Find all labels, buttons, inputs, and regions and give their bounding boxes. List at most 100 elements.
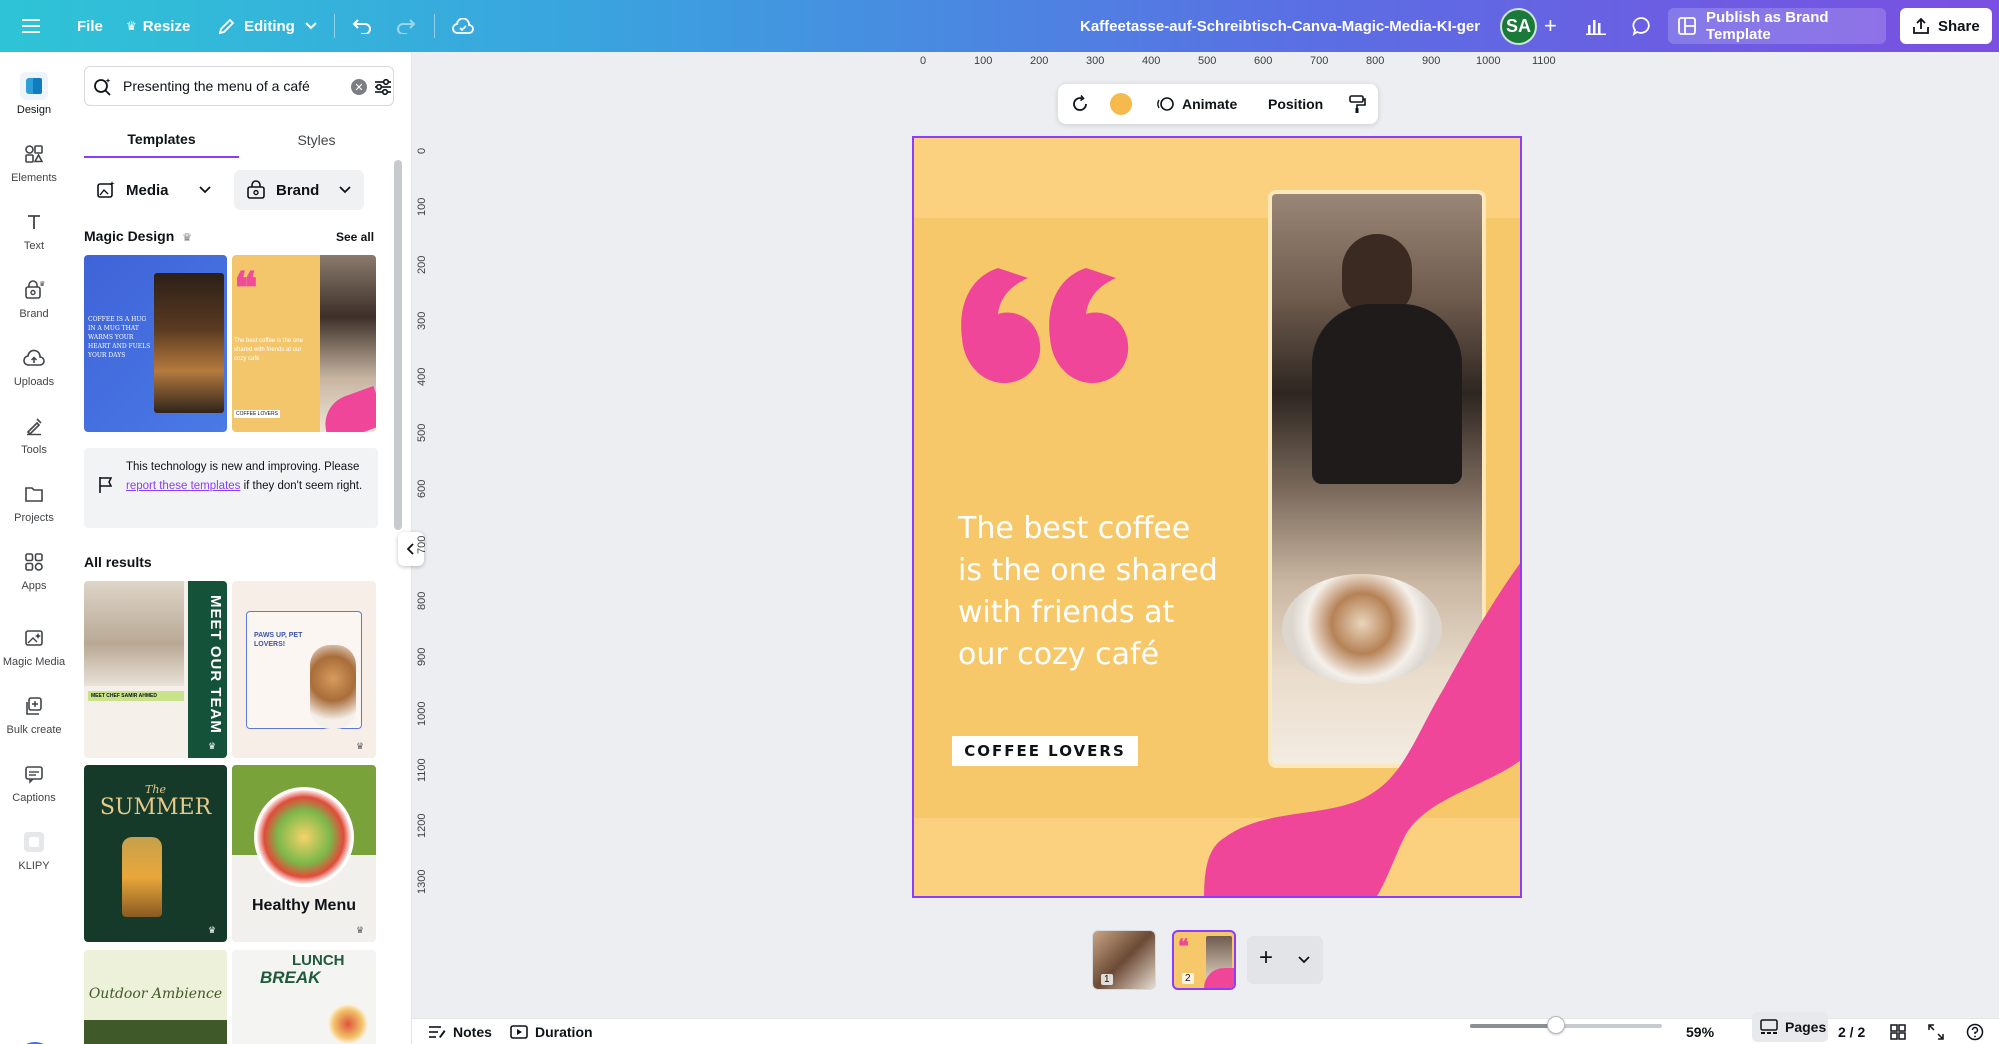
result-thumb-pets[interactable]: PAWS UP, PET LOVERS! ♛ xyxy=(232,581,376,758)
plus-icon: + xyxy=(1544,13,1557,38)
report-templates-link[interactable]: report these templates xyxy=(126,480,240,492)
replace-button[interactable] xyxy=(1070,84,1090,124)
paint-roller-icon xyxy=(1349,95,1366,113)
chevron-down-icon[interactable] xyxy=(1297,954,1311,966)
notice-pre-link: Please xyxy=(324,461,360,473)
coffee-lovers-tag[interactable]: COFFEE LOVERS xyxy=(952,736,1138,766)
add-page-button[interactable]: + xyxy=(1259,946,1273,970)
add-collaborator-button[interactable]: + xyxy=(1544,0,1557,52)
quote-mark-icon[interactable] xyxy=(958,258,1138,398)
rail-item-design[interactable]: Design xyxy=(0,62,68,124)
quote-text[interactable]: The best coffee is the one shared with f… xyxy=(958,508,1218,676)
position-button[interactable]: Position xyxy=(1268,84,1323,124)
dog-photo xyxy=(310,645,356,729)
share-button[interactable]: Share xyxy=(1900,8,1992,44)
avatar[interactable]: SA xyxy=(1500,8,1537,45)
template-icon xyxy=(1678,17,1696,35)
media-icon xyxy=(96,180,116,200)
media-filter-button[interactable]: Media xyxy=(84,170,224,210)
ruler-tick: 800 xyxy=(416,591,428,610)
rail-item-brand[interactable]: ♛ Brand xyxy=(0,266,68,328)
page-count: 2 / 2 xyxy=(1838,1024,1866,1040)
rail-item-magic-media[interactable]: Magic Media xyxy=(0,614,68,676)
document-title[interactable]: Kaffeetasse-auf-Schreibtisch-Canva-Magic… xyxy=(1080,0,1480,52)
magic-design-thumb-2[interactable]: ❝ The best coffee is the one shared with… xyxy=(232,255,376,432)
rail-item-elements[interactable]: Elements xyxy=(0,130,68,192)
publish-brand-template-button[interactable]: Publish as Brand Template xyxy=(1668,8,1886,44)
rail-label: Captions xyxy=(12,792,56,804)
clear-search-icon[interactable]: ✕ xyxy=(351,79,367,95)
filter-sliders-icon[interactable] xyxy=(373,77,393,97)
result-thumb-summer[interactable]: The SUMMER ♛ xyxy=(84,765,227,942)
rail-item-tools[interactable]: Tools xyxy=(0,402,68,464)
rail-item-uploads[interactable]: Uploads xyxy=(0,334,68,396)
menu-button[interactable] xyxy=(22,0,40,52)
animate-icon xyxy=(1157,97,1174,111)
crown-icon: ♛ xyxy=(208,741,217,751)
pets-title: PAWS UP, PET LOVERS! xyxy=(254,632,303,648)
resize-label: Resize xyxy=(142,17,191,35)
pink-wave-shape[interactable] xyxy=(1204,558,1522,898)
rail-item-projects[interactable]: Projects xyxy=(0,470,68,532)
chef-photo xyxy=(84,581,184,686)
see-all-link[interactable]: See all xyxy=(336,230,374,244)
comments-button[interactable] xyxy=(1632,0,1652,52)
grid-view-button[interactable] xyxy=(1890,1019,1913,1044)
redo-button[interactable] xyxy=(396,0,416,52)
rail-item-klipy[interactable]: KLIPY xyxy=(0,818,68,880)
folder-icon xyxy=(25,487,43,502)
rail-item-bulk-create[interactable]: Bulk create xyxy=(0,682,68,744)
fullscreen-button[interactable] xyxy=(1928,1019,1951,1044)
pages-label: Pages xyxy=(1785,1019,1827,1035)
redo-icon xyxy=(397,19,416,34)
text-icon xyxy=(28,215,40,229)
zoom-percentage[interactable]: 59% xyxy=(1686,1019,1714,1044)
color-picker-button[interactable] xyxy=(1110,84,1132,124)
panel-scrollbar[interactable] xyxy=(394,160,402,530)
ruler-tick: 1000 xyxy=(416,701,428,726)
search-box[interactable]: Presenting the menu of a café ✕ xyxy=(84,66,394,106)
result-thumb-healthy[interactable]: Healthy Menu ♛ xyxy=(232,765,376,942)
search-input[interactable]: Presenting the menu of a café xyxy=(123,78,310,94)
thumb-quote-text: The best coffee is the one shared with f… xyxy=(234,338,303,362)
help-button[interactable] xyxy=(1966,1019,1991,1044)
duration-icon xyxy=(510,1025,528,1039)
ruler-tick: 0 xyxy=(416,147,428,154)
rail-item-captions[interactable]: Captions xyxy=(0,750,68,812)
brand-filter-button[interactable]: Brand xyxy=(234,170,364,210)
undo-button[interactable] xyxy=(352,0,372,52)
ruler-tick: 200 xyxy=(416,255,428,274)
quote-mark-icon: ❝ xyxy=(234,263,258,314)
tab-templates[interactable]: Templates xyxy=(84,122,239,158)
animate-button[interactable]: Animate xyxy=(1156,84,1237,124)
notes-button[interactable]: Notes xyxy=(428,1019,492,1044)
salad-photo xyxy=(254,787,354,887)
result-thumb-outdoor[interactable]: Outdoor Ambience xyxy=(84,950,227,1044)
ruler-tick: 200 xyxy=(1030,55,1049,67)
outdoor-photo xyxy=(84,1020,227,1044)
rail-item-apps[interactable]: Apps xyxy=(0,538,68,600)
duration-button[interactable]: Duration xyxy=(510,1019,593,1044)
chevron-down-icon xyxy=(339,186,351,194)
outdoor-title: Outdoor Ambience xyxy=(88,986,223,1002)
context-toolbar: Animate Position xyxy=(1058,84,1378,124)
page-thumb-2[interactable]: ❝ 2 xyxy=(1172,930,1236,990)
design-page[interactable]: The best coffee is the one shared with f… xyxy=(912,136,1522,898)
pages-button[interactable]: Pages xyxy=(1752,1012,1828,1042)
top-bar: File ♛ Resize Editing Kaffeetasse-auf-Sc… xyxy=(0,0,1999,52)
tab-styles[interactable]: Styles xyxy=(239,122,394,158)
editing-mode-button[interactable]: Editing xyxy=(218,0,317,52)
cloud-save-button[interactable] xyxy=(452,0,474,52)
rail-item-text[interactable]: Text xyxy=(0,198,68,260)
result-thumb-team[interactable]: MEET OUR TEAM MEET CHEF SAMIR AHMED ♛ xyxy=(84,581,227,758)
search-magic-icon xyxy=(94,78,111,96)
ruler-tick: 700 xyxy=(416,535,428,554)
insights-button[interactable] xyxy=(1586,0,1606,52)
format-painter-button[interactable] xyxy=(1348,84,1366,124)
resize-button[interactable]: ♛ Resize xyxy=(126,0,190,52)
magic-design-thumb-1[interactable]: COFFEE IS A HUG IN A MUG THAT WARMS YOUR… xyxy=(84,255,227,432)
ruler-tick: 100 xyxy=(416,197,428,216)
file-menu[interactable]: File xyxy=(77,0,103,52)
result-thumb-lunch[interactable]: LUNCH BREAK xyxy=(232,950,376,1044)
page-thumb-1[interactable]: 1 xyxy=(1092,930,1156,990)
